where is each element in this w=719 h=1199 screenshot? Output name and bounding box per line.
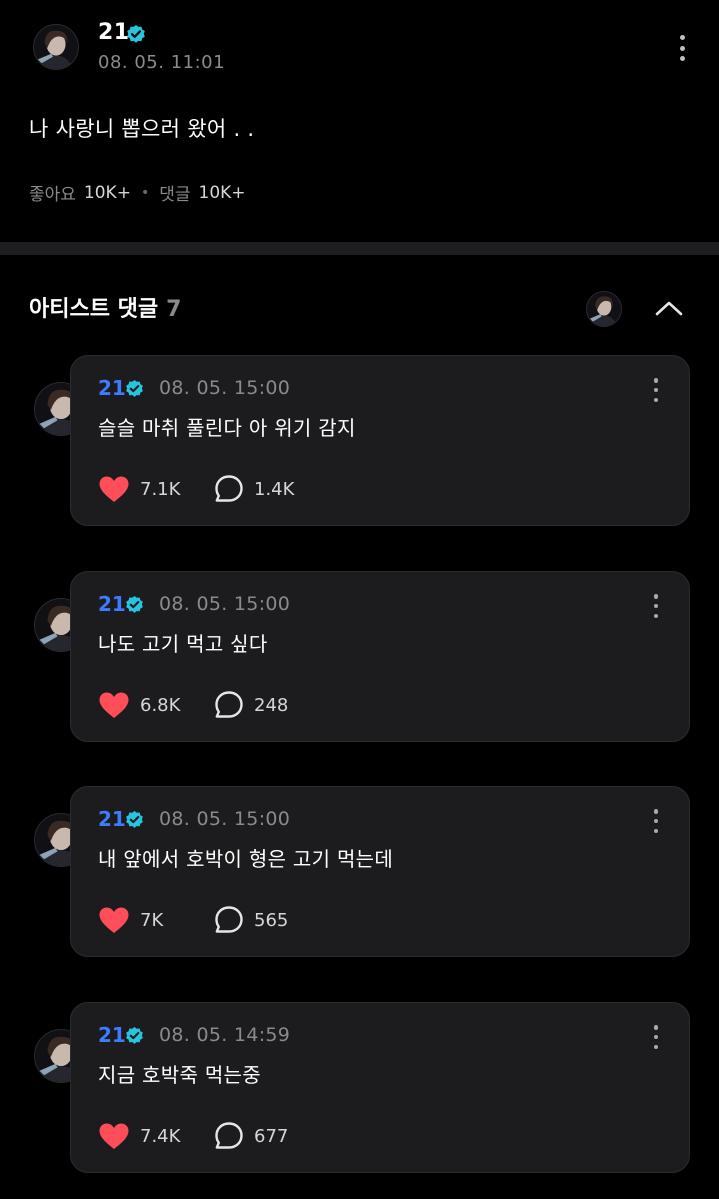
more-vertical-icon[interactable]: [651, 594, 661, 618]
speech-bubble-icon: [215, 691, 243, 718]
reply-button[interactable]: 565: [214, 905, 288, 935]
verified-badge-icon: [126, 810, 143, 828]
like-count: 7K: [140, 909, 164, 931]
comments-count: 10K+: [198, 182, 246, 203]
speech-bubble-icon: [215, 906, 243, 933]
heart-icon: [99, 476, 129, 502]
post-body: 나 사랑니 뽑으러 왔어 . .: [29, 117, 255, 141]
comment-author-text: 21: [98, 1023, 126, 1047]
section-title-text: 아티스트 댓글: [29, 297, 159, 322]
comment-text: 슬슬 마취 풀린다 아 위기 감지: [98, 416, 356, 440]
comment-text: 지금 호박죽 먹는중: [98, 1063, 261, 1087]
artist-comments-count: 7: [166, 297, 182, 322]
like-count: 6.8K: [140, 694, 181, 716]
heart-icon: [99, 692, 129, 718]
post: 21 08. 05. 11:01 나 사랑니 뽑으러 왔어 . . 좋아요 10…: [0, 0, 719, 240]
comment-author[interactable]: 21: [98, 592, 143, 616]
collapse-button[interactable]: [651, 295, 687, 321]
reply-button[interactable]: 677: [214, 1121, 288, 1151]
comment-author[interactable]: 21: [98, 807, 143, 831]
comment-actions: 7.1K 1.4K: [98, 472, 294, 506]
section-author-avatar[interactable]: [586, 291, 622, 327]
comment-card: 21 08. 05. 15:00 슬슬 마취 풀린다 아 위기 감지 7.1K …: [70, 355, 690, 526]
like-button[interactable]: 7.1K: [98, 475, 214, 503]
verified-badge-icon: [126, 379, 143, 397]
reply-count: 1.4K: [254, 478, 295, 500]
more-vertical-icon[interactable]: [651, 378, 661, 402]
reply-button[interactable]: 248: [214, 690, 288, 720]
avatar-portrait-icon: [34, 25, 78, 69]
comment-actions: 7.4K 677: [98, 1119, 288, 1153]
comment-author[interactable]: 21: [98, 1023, 143, 1047]
comment-author-text: 21: [98, 807, 126, 831]
avatar-portrait-icon: [587, 292, 621, 326]
section-divider: [0, 242, 719, 255]
comment-timestamp: 08. 05. 15:00: [159, 593, 291, 615]
likes-label: 좋아요: [29, 185, 76, 205]
heart-icon: [99, 1123, 129, 1149]
comment-card: 21 08. 05. 15:00 내 앞에서 호박이 형은 고기 먹는데 7K …: [70, 786, 690, 957]
verified-badge-icon: [126, 1026, 143, 1044]
speech-bubble-icon: [215, 475, 243, 502]
comment-actions: 7K 565: [98, 903, 288, 937]
author-name[interactable]: 21: [98, 20, 145, 45]
like-count: 7.1K: [140, 478, 181, 500]
likes-count: 10K+: [83, 182, 131, 203]
reply-count: 677: [254, 1125, 289, 1147]
comment-timestamp: 08. 05. 15:00: [159, 377, 291, 399]
like-button[interactable]: 7.4K: [98, 1122, 214, 1150]
reply-button[interactable]: 1.4K: [214, 474, 294, 504]
comment-author[interactable]: 21: [98, 376, 143, 400]
comment-text: 나도 고기 먹고 싶다: [98, 632, 268, 656]
like-button[interactable]: 6.8K: [98, 691, 214, 719]
post-stats: 좋아요 10K+ • 댓글 10K+: [29, 180, 246, 206]
chevron-up-icon: [655, 301, 683, 316]
artist-comments-title: 아티스트 댓글 7: [29, 291, 181, 323]
comment-text: 내 앞에서 호박이 형은 고기 먹는데: [98, 847, 394, 871]
like-count: 7.4K: [140, 1125, 181, 1147]
comment-author-text: 21: [98, 592, 126, 616]
more-vertical-icon[interactable]: [677, 35, 687, 61]
reply-count: 565: [254, 909, 289, 931]
comment-card: 21 08. 05. 15:00 나도 고기 먹고 싶다 6.8K 248: [70, 571, 690, 742]
comment-card: 21 08. 05. 14:59 지금 호박죽 먹는중 7.4K 677: [70, 1002, 690, 1173]
comment-actions: 6.8K 248: [98, 688, 288, 722]
author-avatar[interactable]: [33, 24, 79, 70]
heart-icon: [99, 907, 129, 933]
separator-dot: •: [140, 184, 150, 201]
author-name-text: 21: [98, 20, 130, 45]
verified-badge-icon: [126, 595, 143, 613]
post-timestamp: 08. 05. 11:01: [98, 52, 226, 73]
reply-count: 248: [254, 694, 289, 716]
post-page: 21 08. 05. 11:01 나 사랑니 뽑으러 왔어 . . 좋아요 10…: [0, 0, 719, 1199]
verified-badge-icon: [127, 25, 145, 43]
more-vertical-icon[interactable]: [651, 809, 661, 833]
more-vertical-icon[interactable]: [651, 1025, 661, 1049]
comment-author-text: 21: [98, 376, 126, 400]
comments-label: 댓글: [159, 185, 191, 205]
speech-bubble-icon: [215, 1122, 243, 1149]
comment-timestamp: 08. 05. 15:00: [159, 808, 291, 830]
like-button[interactable]: 7K: [98, 906, 214, 934]
comment-timestamp: 08. 05. 14:59: [159, 1024, 291, 1046]
